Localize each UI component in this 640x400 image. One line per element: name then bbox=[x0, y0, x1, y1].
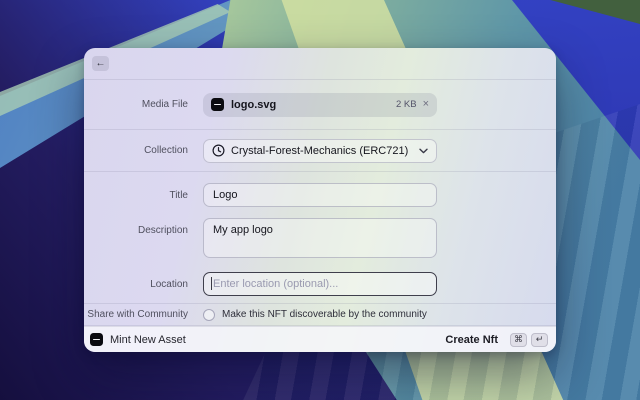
share-row: Share with Community Make this NFT disco… bbox=[84, 304, 556, 326]
create-nft-button[interactable]: Create Nft bbox=[445, 334, 498, 346]
share-label: Share with Community bbox=[84, 309, 188, 320]
location-input[interactable] bbox=[203, 272, 437, 296]
title-row: Title Logo bbox=[84, 183, 556, 207]
collection-select[interactable]: Crystal-Forest-Mechanics (ERC721) bbox=[203, 139, 437, 163]
back-button[interactable]: ← bbox=[92, 56, 109, 71]
collection-label: Collection bbox=[84, 145, 188, 156]
title-input[interactable]: Logo bbox=[203, 183, 437, 207]
collection-selected-value: Crystal-Forest-Mechanics (ERC721) bbox=[231, 145, 408, 157]
mint-asset-dialog: ← Media File logo.svg 2 KB × Collection … bbox=[84, 48, 556, 352]
description-row: Description My app logo bbox=[84, 218, 556, 258]
media-file-label: Media File bbox=[84, 99, 188, 110]
share-checkbox[interactable] bbox=[203, 309, 215, 321]
text-caret bbox=[211, 277, 212, 290]
title-label: Title bbox=[84, 190, 188, 201]
chevron-down-icon bbox=[419, 148, 428, 154]
command-key-icon: ⌘ bbox=[510, 333, 527, 347]
dialog-header: ← bbox=[84, 48, 556, 80]
dialog-footer: Mint New Asset Create Nft ⌘ ↵ bbox=[84, 326, 556, 352]
media-file-chip[interactable]: logo.svg 2 KB × bbox=[203, 93, 437, 117]
description-textarea[interactable]: My app logo bbox=[203, 218, 437, 258]
remove-file-icon[interactable]: × bbox=[423, 99, 429, 110]
share-option-text: Make this NFT discoverable by the commun… bbox=[222, 309, 427, 320]
location-row: Location bbox=[84, 272, 556, 296]
clock-icon bbox=[212, 144, 225, 157]
return-key-icon: ↵ bbox=[531, 333, 548, 347]
dialog-title: Mint New Asset bbox=[110, 334, 186, 346]
media-file-row: Media File logo.svg 2 KB × bbox=[84, 80, 556, 130]
app-logo-icon bbox=[90, 333, 103, 346]
location-label: Location bbox=[84, 279, 188, 290]
form-section: Title Logo Description My app logo Locat… bbox=[84, 172, 556, 304]
description-label: Description bbox=[84, 218, 188, 236]
file-thumbnail-icon bbox=[211, 98, 224, 111]
file-size: 2 KB bbox=[396, 99, 417, 110]
file-name: logo.svg bbox=[231, 99, 276, 111]
collection-row: Collection Crystal-Forest-Mechanics (ERC… bbox=[84, 130, 556, 172]
